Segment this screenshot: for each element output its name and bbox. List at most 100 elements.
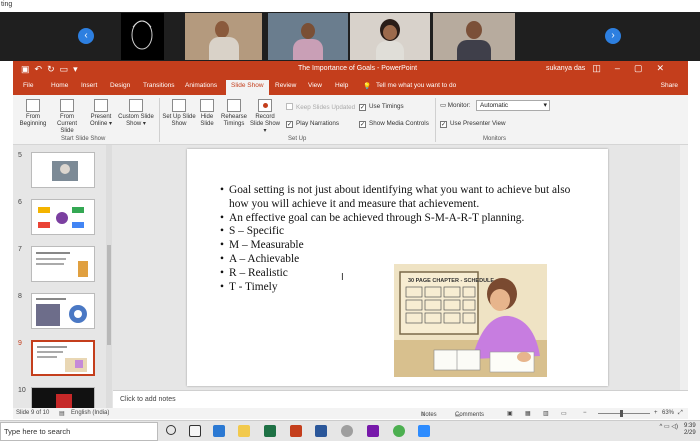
tab-file[interactable]: File xyxy=(23,82,33,89)
ribbon-slide-show: From Beginning From Current Slide Presen… xyxy=(13,95,688,145)
hide-slide-button[interactable]: Hide Slide xyxy=(196,99,218,128)
zoom-app-icon[interactable] xyxy=(418,425,430,437)
windows-search-box[interactable]: Type here to search xyxy=(0,422,158,441)
zoom-in-icon[interactable]: + xyxy=(654,410,658,416)
task-view-icon[interactable] xyxy=(189,425,201,437)
tab-view[interactable]: View xyxy=(308,82,322,89)
onenote-icon[interactable] xyxy=(367,425,379,437)
present-online-icon xyxy=(94,99,108,112)
slide-scrollbar[interactable] xyxy=(680,145,688,390)
participant-video[interactable] xyxy=(185,13,262,60)
from-beginning-button[interactable]: From Beginning xyxy=(16,99,50,128)
share-button[interactable]: Share xyxy=(661,82,678,89)
thumb-number: 5 xyxy=(18,152,22,159)
slide-thumbnail-5[interactable] xyxy=(31,152,95,188)
thumb-number: 8 xyxy=(18,293,22,300)
spelling-icon[interactable]: ▤ xyxy=(59,410,65,417)
customize-icon[interactable]: ▾ xyxy=(73,64,83,74)
volume-icon[interactable]: ◁) xyxy=(671,424,678,430)
record-slide-show-button[interactable]: Record Slide Show ▾ xyxy=(249,99,281,135)
slideshow-start-icon xyxy=(26,99,40,112)
photos-icon[interactable] xyxy=(341,425,353,437)
minimize-icon[interactable]: – xyxy=(615,63,634,73)
slide-thumbnail-10[interactable] xyxy=(31,387,95,408)
thumb-number: 9 xyxy=(18,340,22,347)
redo-icon[interactable]: ↻ xyxy=(47,64,60,74)
slide-editor: Goal setting is not just about identifyi… xyxy=(113,145,688,390)
zoom-level[interactable]: 63% xyxy=(662,410,674,416)
undo-icon[interactable]: ↶ xyxy=(35,64,48,74)
group-label-start-slide-show: Start Slide Show xyxy=(61,136,106,142)
slide-thumbnail-6[interactable] xyxy=(31,199,95,235)
participant-video[interactable] xyxy=(268,13,348,60)
zoom-slider-handle[interactable] xyxy=(620,410,623,417)
close-icon[interactable]: ✕ xyxy=(656,63,678,73)
mail-icon[interactable] xyxy=(213,425,225,437)
system-tray[interactable]: ^ ▭ ◁) xyxy=(660,423,678,430)
tab-help[interactable]: Help xyxy=(335,82,348,89)
from-current-slide-button[interactable]: From Current Slide xyxy=(50,99,84,135)
participant-video[interactable] xyxy=(350,13,430,60)
present-online-button[interactable]: Present Online ▾ xyxy=(86,99,116,128)
quick-access-toolbar[interactable]: ▣↶↻▭▾ xyxy=(21,64,83,75)
language-indicator[interactable]: English (India) xyxy=(71,410,109,416)
notes-placeholder[interactable]: Click to add notes xyxy=(120,396,176,403)
ribbon-display-icon[interactable]: ◫ xyxy=(592,63,615,73)
participant-video[interactable] xyxy=(121,13,164,60)
next-participants-button[interactable]: › xyxy=(605,28,621,44)
reading-view-icon[interactable]: ▥ xyxy=(543,410,549,417)
student-studying-illustration[interactable]: 30 PAGE CHAPTER - SCHEDULE xyxy=(394,264,547,377)
powerpoint-icon[interactable] xyxy=(290,425,302,437)
thumbnails-scrollbar[interactable] xyxy=(106,145,112,408)
tell-me-search[interactable]: Tell me what you want to do xyxy=(376,82,456,89)
tab-review[interactable]: Review xyxy=(275,82,296,89)
use-presenter-view-checkbox[interactable]: ✓ Use Presenter View xyxy=(440,120,506,128)
slideshow-view-icon[interactable]: ▭ xyxy=(561,410,567,417)
file-explorer-icon[interactable] xyxy=(238,425,250,437)
window-controls[interactable]: ◫–▢✕ xyxy=(592,63,678,74)
tab-slide-show[interactable]: Slide Show xyxy=(226,80,269,95)
setup-icon xyxy=(172,99,186,112)
slide-thumbnail-7[interactable] xyxy=(31,246,95,282)
rehearse-timings-button[interactable]: Rehearse Timings xyxy=(219,99,249,128)
prev-participants-button[interactable]: ‹ xyxy=(78,28,94,44)
record-icon xyxy=(258,99,272,112)
tab-insert[interactable]: Insert xyxy=(81,82,97,89)
schedule-poster-text: 30 PAGE CHAPTER - SCHEDULE xyxy=(408,278,494,284)
tab-transitions[interactable]: Transitions xyxy=(143,82,175,89)
zoom-slider[interactable] xyxy=(598,410,650,417)
tab-home[interactable]: Home xyxy=(51,82,68,89)
slideshow-current-icon xyxy=(60,99,74,112)
custom-slide-show-button[interactable]: Custom Slide Show ▾ xyxy=(117,99,155,128)
set-up-slide-show-button[interactable]: Set Up Slide Show xyxy=(162,99,196,128)
slide-thumbnail-9-selected[interactable] xyxy=(31,340,95,376)
bullet-item: M – Measurable xyxy=(220,239,580,253)
keep-slides-updated-checkbox[interactable]: Keep Slides Updated xyxy=(286,103,355,111)
powerpoint-titlebar: ▣↶↻▭▾ The Importance of Goals - PowerPoi… xyxy=(13,61,688,78)
cortana-icon[interactable] xyxy=(166,425,176,435)
chrome-icon[interactable] xyxy=(393,425,405,437)
slide-thumbnail-8[interactable] xyxy=(31,293,95,329)
taskbar-clock[interactable]: 9:39 2/29 xyxy=(684,423,696,437)
start-slideshow-icon[interactable]: ▭ xyxy=(60,64,74,74)
monitor-icon-label: ▭ Monitor: xyxy=(440,102,471,109)
tab-design[interactable]: Design xyxy=(110,82,130,89)
normal-view-icon[interactable]: ▣ xyxy=(507,410,513,417)
show-media-controls-checkbox[interactable]: ✓ Show Media Controls xyxy=(359,120,429,128)
rehearse-icon xyxy=(227,99,241,112)
save-icon[interactable]: ▣ xyxy=(21,64,35,74)
participant-video[interactable] xyxy=(433,13,515,60)
zoom-out-icon[interactable]: − xyxy=(583,410,587,416)
slide-sorter-icon[interactable]: ▦ xyxy=(525,410,531,417)
word-icon[interactable] xyxy=(315,425,327,437)
play-narrations-checkbox[interactable]: ✓ Play Narrations xyxy=(286,120,339,128)
use-timings-checkbox[interactable]: ✓ Use Timings xyxy=(359,103,404,111)
monitor-select[interactable]: Automatic xyxy=(476,100,550,111)
fit-slide-icon[interactable]: ⤢ xyxy=(678,410,683,417)
user-name[interactable]: sukanya das xyxy=(546,65,585,72)
maximize-icon[interactable]: ▢ xyxy=(634,63,657,73)
slide-canvas[interactable]: Goal setting is not just about identifyi… xyxy=(187,149,608,386)
tab-animations[interactable]: Animations xyxy=(185,82,217,89)
excel-icon[interactable] xyxy=(264,425,276,437)
notes-pane[interactable]: Click to add notes xyxy=(113,390,688,408)
